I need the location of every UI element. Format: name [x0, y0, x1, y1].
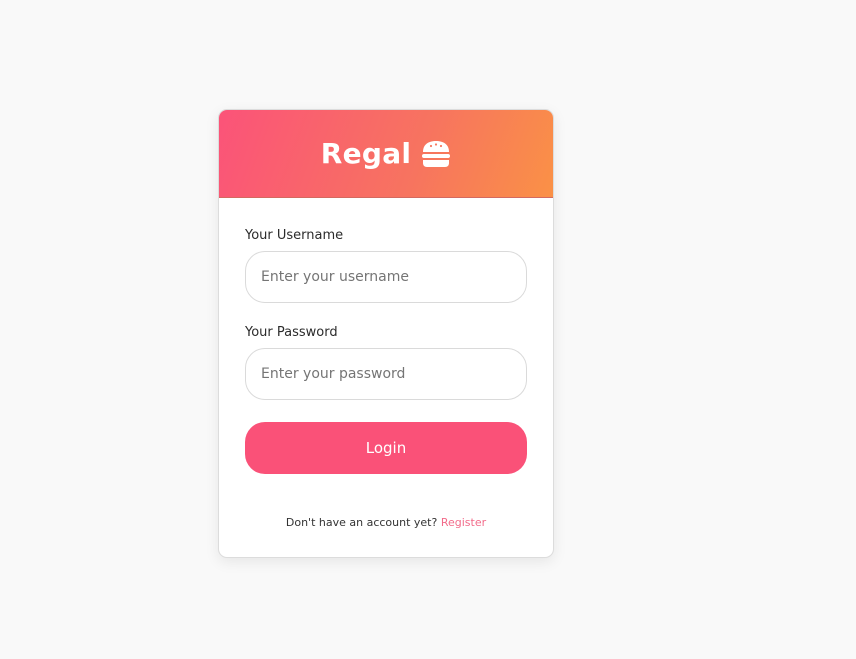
brand-name: Regal: [320, 137, 412, 170]
password-field-group: Your Password: [245, 325, 527, 400]
password-label: Your Password: [245, 325, 338, 340]
username-field-group: Your Username: [245, 228, 527, 303]
username-label: Your Username: [245, 228, 344, 243]
brand: Regal: [321, 137, 452, 170]
login-card: Regal Your Username Your Password Logi: [218, 109, 554, 558]
register-prompt-text: Don't have an account yet?: [285, 516, 441, 529]
register-link[interactable]: Register: [441, 516, 486, 529]
card-body: Your Username Your Password Login Don't …: [219, 198, 553, 529]
password-input[interactable]: [245, 348, 527, 400]
login-button[interactable]: Login: [245, 422, 527, 474]
register-prompt: Don't have an account yet? Register: [245, 516, 527, 529]
username-input[interactable]: [245, 251, 527, 303]
burger-icon: [421, 139, 451, 169]
card-header: Regal: [219, 110, 553, 198]
